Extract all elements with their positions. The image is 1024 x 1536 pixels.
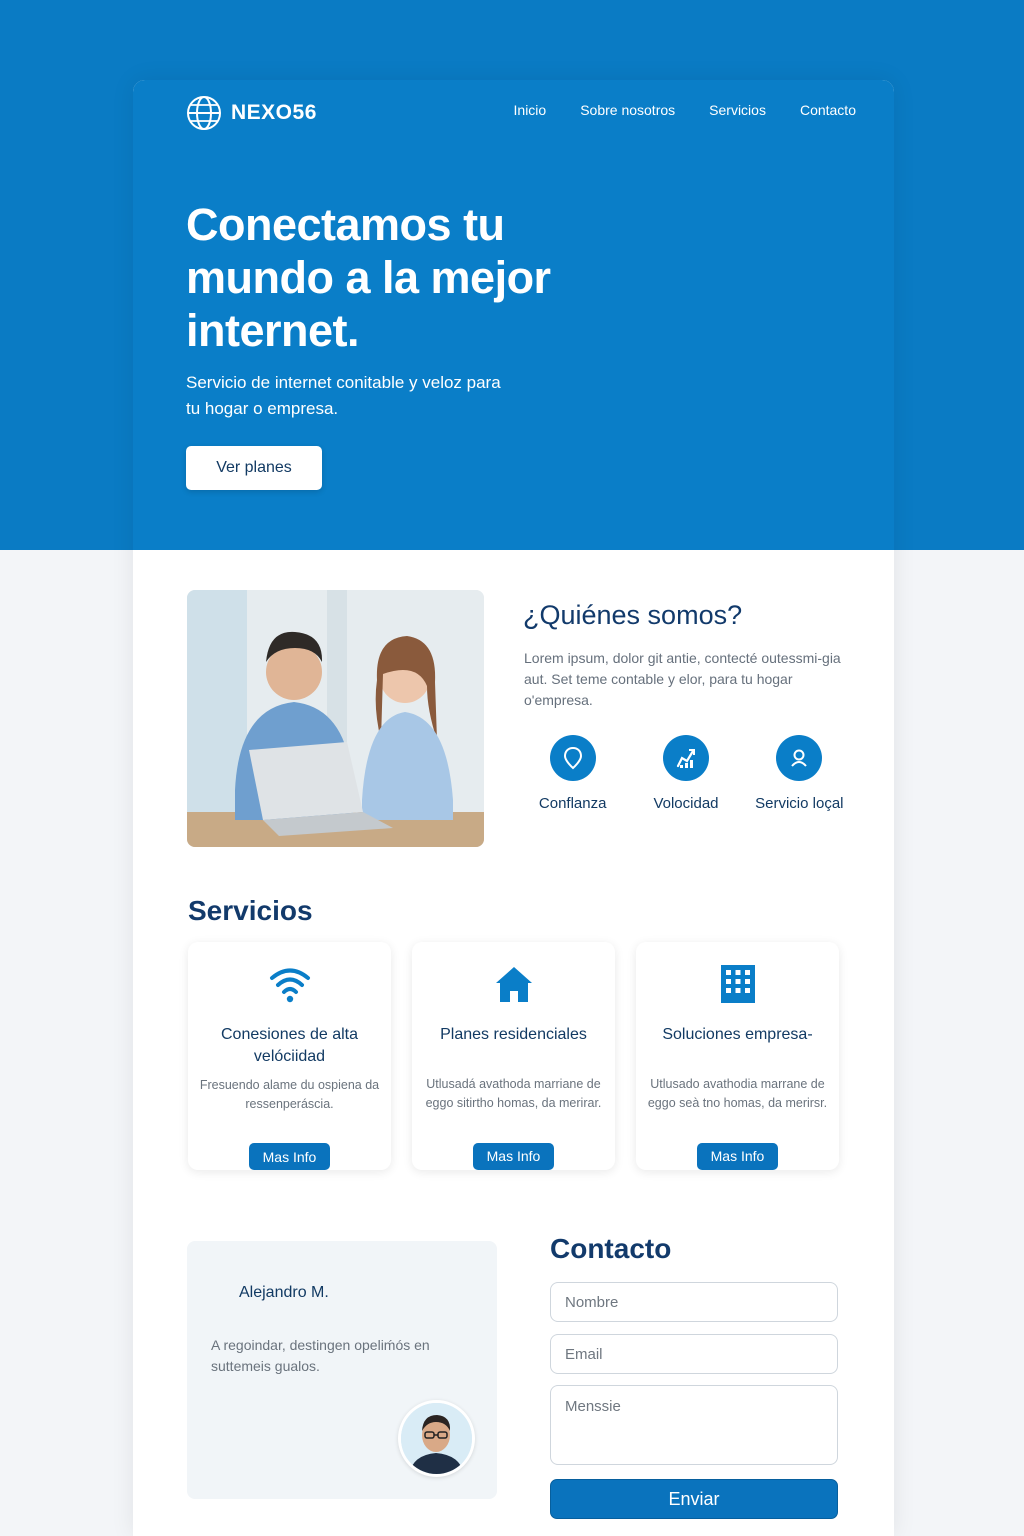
user-icon <box>776 735 823 781</box>
nav-item-inicio[interactable]: Inicio <box>514 102 547 118</box>
service-card: Soluciones empresa- Utlusado avathodia m… <box>636 942 839 1170</box>
enviar-button[interactable]: Enviar <box>550 1479 838 1519</box>
feature-velocidad: Volocidad <box>629 735 742 812</box>
service-card: Conesiones de alta velóciidad Fresuendo … <box>188 942 391 1170</box>
speed-icon <box>662 735 709 781</box>
home-icon <box>492 962 536 1006</box>
mas-info-button[interactable]: Mas Info <box>697 1142 778 1170</box>
people-laptop-illustration <box>187 590 484 847</box>
service-title: Planes residenciales <box>440 1026 587 1043</box>
services-title: Servicios <box>188 895 313 926</box>
feature-confianza: Conflanza <box>516 735 629 812</box>
page-card: NEXO56 Inicio Sobre nosotros Servicios C… <box>133 80 894 1536</box>
feature-label: Volocidad <box>653 795 719 812</box>
email-field[interactable] <box>550 1334 838 1374</box>
service-description: Fresuendo alame du ospiena da ressenperá… <box>199 1078 380 1111</box>
service-card: Planes residenciales Utlusadá avathoda m… <box>412 942 615 1170</box>
about-text: Lorem ipsum, dolor git antie, contecté o… <box>524 650 841 708</box>
main-nav: Inicio Sobre nosotros Servicios Contacto <box>514 102 856 118</box>
hero-section: NEXO56 Inicio Sobre nosotros Servicios C… <box>133 80 894 550</box>
person-portrait <box>401 1403 472 1474</box>
building-icon <box>716 962 760 1006</box>
globe-icon <box>187 96 221 130</box>
feature-label: Servicio loçal <box>755 795 844 812</box>
testimonial-card: Alejandro M. A regoindar, destingen opel… <box>187 1241 497 1499</box>
brand-name: NEXO56 <box>231 101 317 124</box>
testimonial-name: Alejandro M. <box>239 1284 329 1301</box>
service-title: Conesiones de alta velóciidad <box>221 1026 358 1065</box>
ver-planes-button[interactable]: Ver planes <box>186 446 322 490</box>
nav-item-contacto[interactable]: Contacto <box>800 102 856 118</box>
testimonial-text: A regoindar, destingen opeliḿós en sutte… <box>211 1337 430 1374</box>
about-photo <box>187 590 484 847</box>
map-pin-icon <box>549 735 596 781</box>
name-field[interactable] <box>550 1282 838 1322</box>
services-grid: Conesiones de alta velóciidad Fresuendo … <box>188 942 839 1170</box>
hero-subtitle: Servicio de internet conitable y veloz p… <box>186 373 501 418</box>
message-field[interactable] <box>550 1385 838 1465</box>
about-title: ¿Quiénes somos? <box>523 600 743 630</box>
brand-logo[interactable]: NEXO56 <box>186 95 317 131</box>
contact-title: Contacto <box>550 1233 672 1264</box>
avatar <box>398 1400 475 1477</box>
service-description: Utlusadá avathoda marriane de eggo sitir… <box>425 1076 602 1110</box>
service-description: Utlusado avathodia marrane de eggo seà t… <box>647 1076 828 1110</box>
features-row: Conflanza Volocidad Servicio loçal <box>516 735 856 812</box>
mas-info-button[interactable]: Mas Info <box>249 1143 330 1170</box>
service-title: Soluciones empresa- <box>662 1026 813 1043</box>
hero-title: Conectamos tu mundo a la mejor internet. <box>186 199 551 356</box>
feature-servicio-local: Servicio loçal <box>743 735 856 812</box>
feature-label: Conflanza <box>538 795 607 812</box>
nav-item-servicios[interactable]: Servicios <box>709 102 766 118</box>
mas-info-button[interactable]: Mas Info <box>473 1142 554 1170</box>
wifi-icon <box>268 962 312 1006</box>
nav-item-sobre-nosotros[interactable]: Sobre nosotros <box>580 102 675 118</box>
